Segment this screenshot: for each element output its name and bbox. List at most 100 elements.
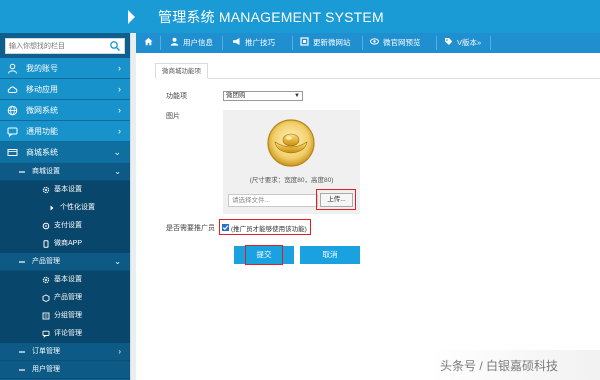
sidebar-item-products[interactable]: 产品管理 bbox=[0, 289, 130, 307]
globe-icon bbox=[7, 105, 18, 116]
sidebar-item-label: 评论管理 bbox=[54, 330, 82, 337]
box-icon bbox=[42, 294, 50, 302]
sidebar-search bbox=[5, 38, 125, 54]
search-icon[interactable] bbox=[109, 40, 121, 52]
toolbar-label: 用户信息 bbox=[183, 38, 213, 47]
sidebar-item-basic-settings[interactable]: 基本设置 bbox=[0, 181, 130, 199]
comment-icon bbox=[42, 330, 50, 338]
sidebar-item-order-management[interactable]: 订单管理 › bbox=[0, 343, 130, 361]
sidebar-toggle-notch[interactable] bbox=[128, 10, 135, 24]
cancel-button[interactable]: 取消 bbox=[300, 246, 360, 264]
toolbar-label: 更新微网站 bbox=[313, 38, 351, 47]
user-icon bbox=[8, 63, 17, 74]
sidebar-item-product-basic-settings[interactable]: 基本设置 bbox=[0, 271, 130, 289]
eye-icon bbox=[370, 38, 379, 45]
list-icon bbox=[42, 312, 50, 320]
sidebar-item-label: 基本设置 bbox=[54, 276, 82, 283]
gear-icon bbox=[42, 186, 50, 194]
sidebar-item-label: 通用功能 bbox=[26, 127, 58, 136]
function-label: 功能项 bbox=[166, 93, 187, 100]
chevron-right-icon: › bbox=[118, 63, 121, 73]
sidebar-item-comment-management[interactable]: 评论管理 bbox=[0, 325, 130, 343]
sidebar-item-common-functions[interactable]: 通用功能 › bbox=[0, 121, 130, 142]
sidebar-scrollbar[interactable] bbox=[130, 33, 136, 380]
toolbar-user-info[interactable]: 用户信息 bbox=[170, 33, 213, 53]
toolbar-label: 微官网预览 bbox=[383, 38, 421, 47]
sidebar-item-personalization[interactable]: 个性化设置 bbox=[0, 199, 130, 217]
submit-highlight-box bbox=[245, 245, 283, 265]
gear-icon bbox=[42, 276, 50, 284]
sidebar-item-label: 我的账号 bbox=[26, 64, 58, 73]
chevron-right-icon: › bbox=[118, 347, 121, 356]
sidebar: 我的账号 › 移动应用 › 微网系统 › 通用功能 › 商城系统 ⌄ 商城设置 … bbox=[0, 33, 130, 380]
sidebar-item-label: 微商APP bbox=[54, 240, 83, 247]
toolbar-divider bbox=[222, 36, 223, 50]
minus-icon bbox=[19, 171, 25, 173]
sidebar-item-product-management[interactable]: 产品管理 ⌄ bbox=[0, 253, 130, 271]
app-header: 管理系统 MANAGEMENT SYSTEM bbox=[0, 0, 600, 33]
toolbar-divider bbox=[362, 36, 363, 50]
sidebar-nav: 我的账号 › 移动应用 › 微网系统 › 通用功能 › 商城系统 ⌄ 商城设置 … bbox=[0, 58, 130, 379]
sidebar-item-label: 用户管理 bbox=[32, 366, 60, 373]
caret-right-icon bbox=[50, 205, 54, 211]
chevron-right-icon: › bbox=[118, 84, 121, 94]
sidebar-item-label: 订单管理 bbox=[32, 348, 60, 355]
toolbar-site-preview[interactable]: 微官网预览 bbox=[370, 33, 421, 53]
chevron-down-icon: ⌄ bbox=[113, 147, 121, 157]
minus-icon bbox=[19, 369, 25, 371]
toolbar-label: 推广技巧 bbox=[245, 38, 275, 47]
sidebar-item-microsite[interactable]: 微网系统 › bbox=[0, 100, 130, 121]
checkbox-highlight-box bbox=[219, 219, 311, 235]
minus-icon bbox=[19, 351, 25, 353]
chevron-down-icon: ⌄ bbox=[114, 167, 121, 176]
function-select-value: 微团购 bbox=[226, 92, 246, 99]
sidebar-item-wechat-app[interactable]: 微商APP bbox=[0, 235, 130, 253]
toolbar-promotion-tips[interactable]: 推广技巧 bbox=[232, 33, 275, 53]
sidebar-item-label: 产品管理 bbox=[54, 294, 82, 301]
cart-icon bbox=[7, 149, 18, 156]
toolbar-divider bbox=[490, 36, 491, 50]
sidebar-item-user-management[interactable]: 用户管理 bbox=[0, 361, 130, 379]
toolbar-label: V版本» bbox=[457, 38, 482, 47]
watermark-text: 头条号 / 白银嘉硕科技 bbox=[440, 359, 559, 373]
gold-ingot-image bbox=[267, 119, 315, 167]
minus-icon bbox=[19, 261, 25, 263]
user-icon bbox=[170, 37, 179, 46]
sidebar-item-mall-system[interactable]: 商城系统 ⌄ bbox=[0, 142, 130, 163]
sidebar-item-label: 支付设置 bbox=[54, 222, 82, 229]
app-title: 管理系统 MANAGEMENT SYSTEM bbox=[158, 9, 384, 25]
sidebar-item-label: 商城设置 bbox=[32, 168, 60, 175]
tag-icon bbox=[445, 38, 453, 45]
sidebar-item-mall-settings[interactable]: 商城设置 ⌄ bbox=[0, 163, 130, 181]
upload-highlight-box bbox=[316, 189, 356, 210]
sidebar-item-label: 个性化设置 bbox=[60, 204, 95, 211]
sidebar-item-group-management[interactable]: 分组管理 bbox=[0, 307, 130, 325]
sidebar-item-label: 基本设置 bbox=[54, 186, 82, 193]
function-select[interactable]: 微团购 ▼ bbox=[223, 91, 303, 101]
toolbar-version[interactable]: V版本» bbox=[444, 33, 481, 53]
content-tab-bar: 微商城功能项 bbox=[155, 63, 600, 79]
sidebar-item-label: 微网系统 bbox=[26, 106, 58, 115]
sidebar-item-label: 分组管理 bbox=[54, 312, 82, 319]
chat-icon bbox=[7, 127, 18, 137]
chevron-down-icon: ⌄ bbox=[114, 257, 121, 266]
sidebar-item-payment-settings[interactable]: 支付设置 bbox=[0, 217, 130, 235]
toolbar-divider bbox=[292, 36, 293, 50]
image-label: 图片 bbox=[166, 113, 180, 120]
tab-mall-function[interactable]: 微商城功能项 bbox=[155, 63, 208, 79]
chevron-right-icon: › bbox=[118, 126, 121, 136]
sidebar-item-mobile-apps[interactable]: 移动应用 › bbox=[0, 79, 130, 100]
sidebar-item-my-account[interactable]: 我的账号 › bbox=[0, 58, 130, 79]
top-toolbar: 用户信息 推广技巧 更新微网站 微官网预览 V版本» bbox=[136, 33, 600, 53]
toolbar-update-microsite[interactable]: 更新微网站 bbox=[300, 33, 351, 53]
cloud-icon bbox=[7, 86, 18, 93]
sidebar-item-label: 移动应用 bbox=[26, 85, 58, 94]
promoter-label: 是否需要推广员 bbox=[166, 225, 215, 232]
sidebar-search-input[interactable] bbox=[9, 41, 105, 52]
phone-icon bbox=[43, 240, 49, 248]
settings-icon bbox=[42, 222, 50, 230]
chevron-right-icon: › bbox=[118, 105, 121, 115]
caret-down-icon: ▼ bbox=[294, 93, 300, 99]
file-path-input[interactable]: 请选择文件... bbox=[228, 194, 318, 207]
toolbar-home[interactable] bbox=[144, 33, 157, 53]
